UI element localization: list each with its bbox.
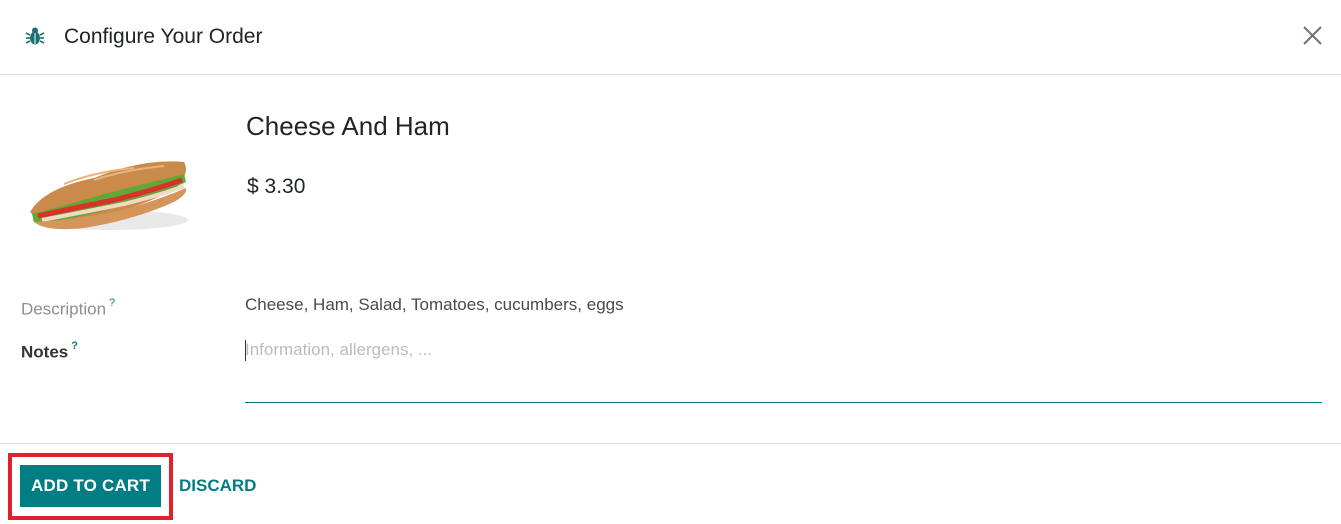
product-price: $ 3.30: [247, 175, 306, 198]
notes-label: Notes?: [21, 337, 78, 364]
description-value: Cheese, Ham, Salad, Tomatoes, cucumbers,…: [245, 295, 624, 314]
discard-button[interactable]: DISCARD: [179, 475, 256, 497]
dialog-header: Configure Your Order: [0, 0, 1341, 75]
notes-label-text: Notes: [21, 342, 69, 362]
product-name: Cheese And Ham: [246, 111, 450, 141]
description-help-icon[interactable]: ?: [109, 297, 115, 309]
bug-icon: [25, 27, 45, 45]
description-label: Description?: [21, 294, 115, 321]
close-icon[interactable]: [1298, 20, 1328, 52]
text-caret: [245, 340, 246, 361]
sandwich-image: [30, 161, 188, 230]
notes-input[interactable]: [245, 336, 1322, 403]
notes-help-icon[interactable]: ?: [71, 340, 78, 352]
dialog-title: Configure Your Order: [64, 25, 263, 48]
description-label-text: Description: [21, 299, 107, 319]
add-to-cart-button[interactable]: ADD TO CART: [20, 465, 161, 507]
footer-divider: [0, 443, 1341, 444]
